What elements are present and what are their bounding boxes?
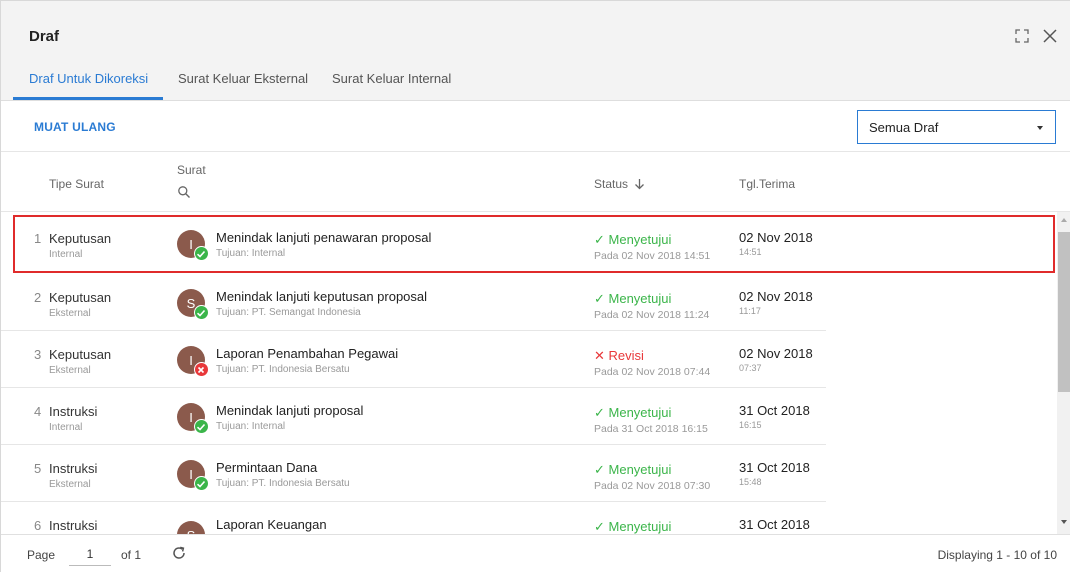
dialog-header: Draf xyxy=(1,1,1070,59)
page-number-input[interactable] xyxy=(69,542,111,566)
tab-draf-untuk-dikoreksi[interactable]: Draf Untuk Dikoreksi xyxy=(29,71,148,86)
table-row[interactable]: 3 Keputusan Eksternal I Laporan Penambah… xyxy=(1,331,826,388)
active-tab-indicator xyxy=(13,97,163,100)
avatar: S xyxy=(177,521,205,534)
row-tujuan: Tujuan: PT. Indonesia Bersatu xyxy=(216,478,350,489)
vertical-scrollbar[interactable] xyxy=(1057,212,1070,534)
dialog-title: Draf xyxy=(29,28,60,45)
column-header-surat[interactable]: Surat xyxy=(177,163,206,177)
row-tujuan: Tujuan: Internal xyxy=(216,421,286,432)
row-tipe: Instruksi xyxy=(49,518,98,533)
row-status: ✓ Menyetujui xyxy=(594,462,672,477)
row-jam-terima: 16:15 xyxy=(739,420,762,430)
row-tgl-terima: 31 Oct 2018 xyxy=(739,403,810,418)
row-jam-terima: 14:51 xyxy=(739,247,762,257)
row-status-date: Pada 02 Nov 2018 07:44 xyxy=(594,366,711,378)
row-tipe: Instruksi xyxy=(49,404,98,419)
row-number: 1 xyxy=(34,231,42,246)
check-icon xyxy=(194,476,209,491)
row-number: 3 xyxy=(34,347,42,362)
row-status-date: Pada 02 Nov 2018 14:51 xyxy=(594,250,711,262)
tab-surat-keluar-eksternal[interactable]: Surat Keluar Eksternal xyxy=(178,71,308,86)
row-jam-terima: 07:37 xyxy=(739,363,762,373)
table-row[interactable]: 2 Keputusan Eksternal S Menindak lanjuti… xyxy=(1,274,826,331)
draft-filter-select[interactable]: Semua Draf xyxy=(857,110,1056,144)
draf-dialog: Draf Draf Untuk Dikoreksi Surat Keluar E… xyxy=(0,0,1070,572)
row-jam-terima: 15:48 xyxy=(739,477,762,487)
row-subject: Laporan Penambahan Pegawai xyxy=(216,346,399,361)
row-tipe: Keputusan xyxy=(49,231,112,246)
check-icon xyxy=(194,246,209,261)
column-header-tipe[interactable]: Tipe Surat xyxy=(49,177,104,191)
page-count-label: of 1 xyxy=(121,548,142,562)
row-tipe-sub: Eksternal xyxy=(49,308,91,319)
row-tipe: Keputusan xyxy=(49,347,112,362)
row-subject: Menindak lanjuti proposal xyxy=(216,403,364,418)
row-tgl-terima: 02 Nov 2018 xyxy=(739,346,813,361)
row-tipe-sub: Eksternal xyxy=(49,479,91,490)
x-icon xyxy=(194,362,209,377)
row-tgl-terima: 31 Oct 2018 xyxy=(739,517,810,532)
row-tipe: Instruksi xyxy=(49,461,98,476)
table-header: Tipe Surat Surat Status Tgl.Terima xyxy=(1,152,1070,212)
refresh-icon[interactable] xyxy=(171,545,187,561)
toolbar: MUAT ULANG Semua Draf xyxy=(1,102,1070,152)
pagination-bar: Page of 1 Displaying 1 - 10 of 10 xyxy=(1,534,1070,572)
row-tujuan: Tujuan: PT. Indonesia Bersatu xyxy=(216,364,350,375)
close-icon[interactable] xyxy=(1041,27,1059,45)
check-icon xyxy=(194,305,209,320)
column-header-status-label: Status xyxy=(594,177,629,191)
expand-icon[interactable] xyxy=(1013,27,1031,45)
tab-bar: Draf Untuk Dikoreksi Surat Keluar Ekster… xyxy=(1,59,1070,101)
row-jam-terima: 11:17 xyxy=(739,306,761,316)
row-number: 2 xyxy=(34,290,42,305)
row-tipe-sub: Eksternal xyxy=(49,365,91,376)
column-header-status[interactable]: Status xyxy=(594,177,645,191)
table-row[interactable]: 4 Instruksi Internal I Menindak lanjuti … xyxy=(1,388,826,445)
row-tgl-terima: 02 Nov 2018 xyxy=(739,230,813,245)
chevron-down-icon xyxy=(1037,126,1043,130)
tab-surat-keluar-internal[interactable]: Surat Keluar Internal xyxy=(332,71,451,86)
row-subject: Menindak lanjuti keputusan proposal xyxy=(216,289,428,304)
row-tujuan: Tujuan: Internal xyxy=(216,248,286,259)
row-number: 4 xyxy=(34,404,42,419)
row-tipe-sub: Internal xyxy=(49,249,83,260)
table-row[interactable]: 6 Instruksi S Laporan Keuangan ✓ Menyetu… xyxy=(1,502,826,534)
row-number: 6 xyxy=(34,518,42,533)
table-row[interactable]: 1 Keputusan Internal I Menindak lanjuti … xyxy=(13,215,1055,273)
row-subject: Permintaan Dana xyxy=(216,460,318,475)
check-icon xyxy=(194,419,209,434)
row-subject: Laporan Keuangan xyxy=(216,517,327,532)
row-tujuan: Tujuan: PT. Semangat Indonesia xyxy=(216,307,361,318)
search-icon[interactable] xyxy=(177,185,191,199)
scroll-down-arrow-icon[interactable] xyxy=(1061,520,1067,524)
row-status-date: Pada 31 Oct 2018 16:15 xyxy=(594,423,708,435)
row-tgl-terima: 02 Nov 2018 xyxy=(739,289,813,304)
row-status: ✓ Menyetujui xyxy=(594,232,672,247)
row-status: ✓ Menyetujui xyxy=(594,291,672,306)
table-row[interactable]: 5 Instruksi Eksternal I Permintaan Dana … xyxy=(1,445,826,502)
table-body: 1 Keputusan Internal I Menindak lanjuti … xyxy=(1,212,1057,534)
row-number: 5 xyxy=(34,461,42,476)
row-subject: Menindak lanjuti penawaran proposal xyxy=(216,230,432,245)
column-header-tgl-terima[interactable]: Tgl.Terima xyxy=(739,177,795,191)
row-status-date: Pada 02 Nov 2018 11:24 xyxy=(594,309,710,321)
page-label: Page xyxy=(27,548,56,562)
draft-filter-value: Semua Draf xyxy=(869,120,939,135)
displaying-count: Displaying 1 - 10 of 10 xyxy=(937,548,1057,562)
row-tipe-sub: Internal xyxy=(49,422,83,433)
scroll-up-arrow-icon[interactable] xyxy=(1061,218,1067,222)
row-status: ✓ Menyetujui xyxy=(594,519,672,534)
row-status-date: Pada 02 Nov 2018 07:30 xyxy=(594,480,711,492)
row-tgl-terima: 31 Oct 2018 xyxy=(739,460,810,475)
row-status: ✓ Menyetujui xyxy=(594,405,672,420)
arrow-down-icon xyxy=(635,179,645,190)
reload-button[interactable]: MUAT ULANG xyxy=(34,120,116,134)
row-status: ✕ Revisi xyxy=(594,348,644,363)
row-tipe: Keputusan xyxy=(49,290,112,305)
scroll-thumb[interactable] xyxy=(1058,232,1070,392)
